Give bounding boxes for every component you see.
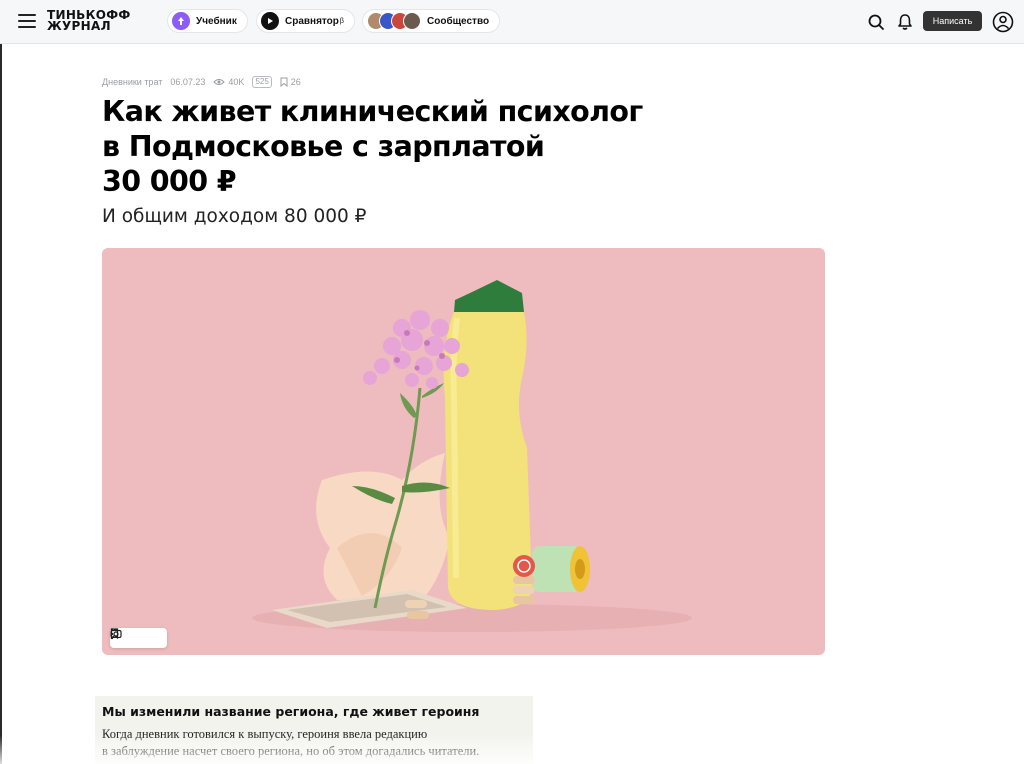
hero-toolbar: [110, 628, 167, 648]
logo-line-2: ЖУРНАЛ: [47, 19, 111, 33]
window-edge: [0, 0, 2, 764]
editorial-notice: Мы изменили название региона, где живет …: [95, 696, 533, 764]
article-subtitle: И общим доходом 80 000 ₽: [102, 206, 367, 227]
camera-icon[interactable]: [110, 629, 146, 645]
bookmarks-count: 26: [290, 77, 301, 87]
notice-title: Мы изменили название региона, где живет …: [102, 704, 480, 719]
nav-compare-beta: β: [339, 17, 344, 25]
nav-compare[interactable]: Сравнятор β: [256, 9, 355, 33]
site-logo[interactable]: ТИНЬКОФФ ЖУРНАЛ: [47, 9, 159, 33]
nav-compare-label: Сравнятор: [285, 15, 339, 27]
article-date: 06.07.23: [170, 77, 206, 87]
title-line: в Подмосковье с зарплатой: [102, 130, 545, 163]
write-button[interactable]: Написать: [923, 11, 982, 31]
compare-icon: [261, 12, 279, 30]
notice-text: Когда дневник готовился к выпуску, герои…: [102, 726, 526, 760]
article-category[interactable]: Дневники трат: [102, 77, 162, 87]
article-views: 40K: [213, 77, 244, 87]
search-icon[interactable]: [866, 12, 886, 32]
hero-image: [102, 248, 825, 655]
bookmark-icon: [280, 77, 288, 87]
nav-textbook[interactable]: Учебник: [167, 9, 248, 33]
nav-community[interactable]: Сообщество: [362, 9, 501, 33]
nav-textbook-label: Учебник: [196, 15, 237, 27]
article-meta: Дневники трат 06.07.23 40K 525 26: [102, 76, 309, 88]
top-header: ТИНЬКОФФ ЖУРНАЛ Учебник Сравнятор β Сообщ…: [0, 0, 1024, 44]
user-icon[interactable]: [992, 11, 1014, 33]
eye-icon: [213, 79, 226, 85]
comments-count[interactable]: 525: [252, 76, 272, 88]
notice-text-line: в заблуждение насчет своего региона, но …: [102, 744, 480, 758]
menu-icon[interactable]: [18, 14, 36, 28]
avatar: [403, 12, 421, 30]
bell-icon[interactable]: [895, 12, 915, 32]
title-line: Как живет клинический психолог: [102, 95, 643, 128]
community-avatars: [367, 12, 421, 30]
views-count: 40K: [228, 77, 245, 87]
notice-text-line: Когда дневник готовился к выпуску, герои…: [102, 727, 428, 741]
more-icon[interactable]: [110, 628, 165, 645]
article-title: Как живет клинический психолог в Подмоск…: [102, 94, 742, 199]
nav-community-label: Сообщество: [427, 15, 490, 27]
textbook-icon: [172, 12, 190, 30]
still-life-illustration: [252, 280, 692, 632]
article-bookmarks[interactable]: 26: [280, 77, 301, 87]
title-line: 30 000 ₽: [102, 165, 237, 198]
